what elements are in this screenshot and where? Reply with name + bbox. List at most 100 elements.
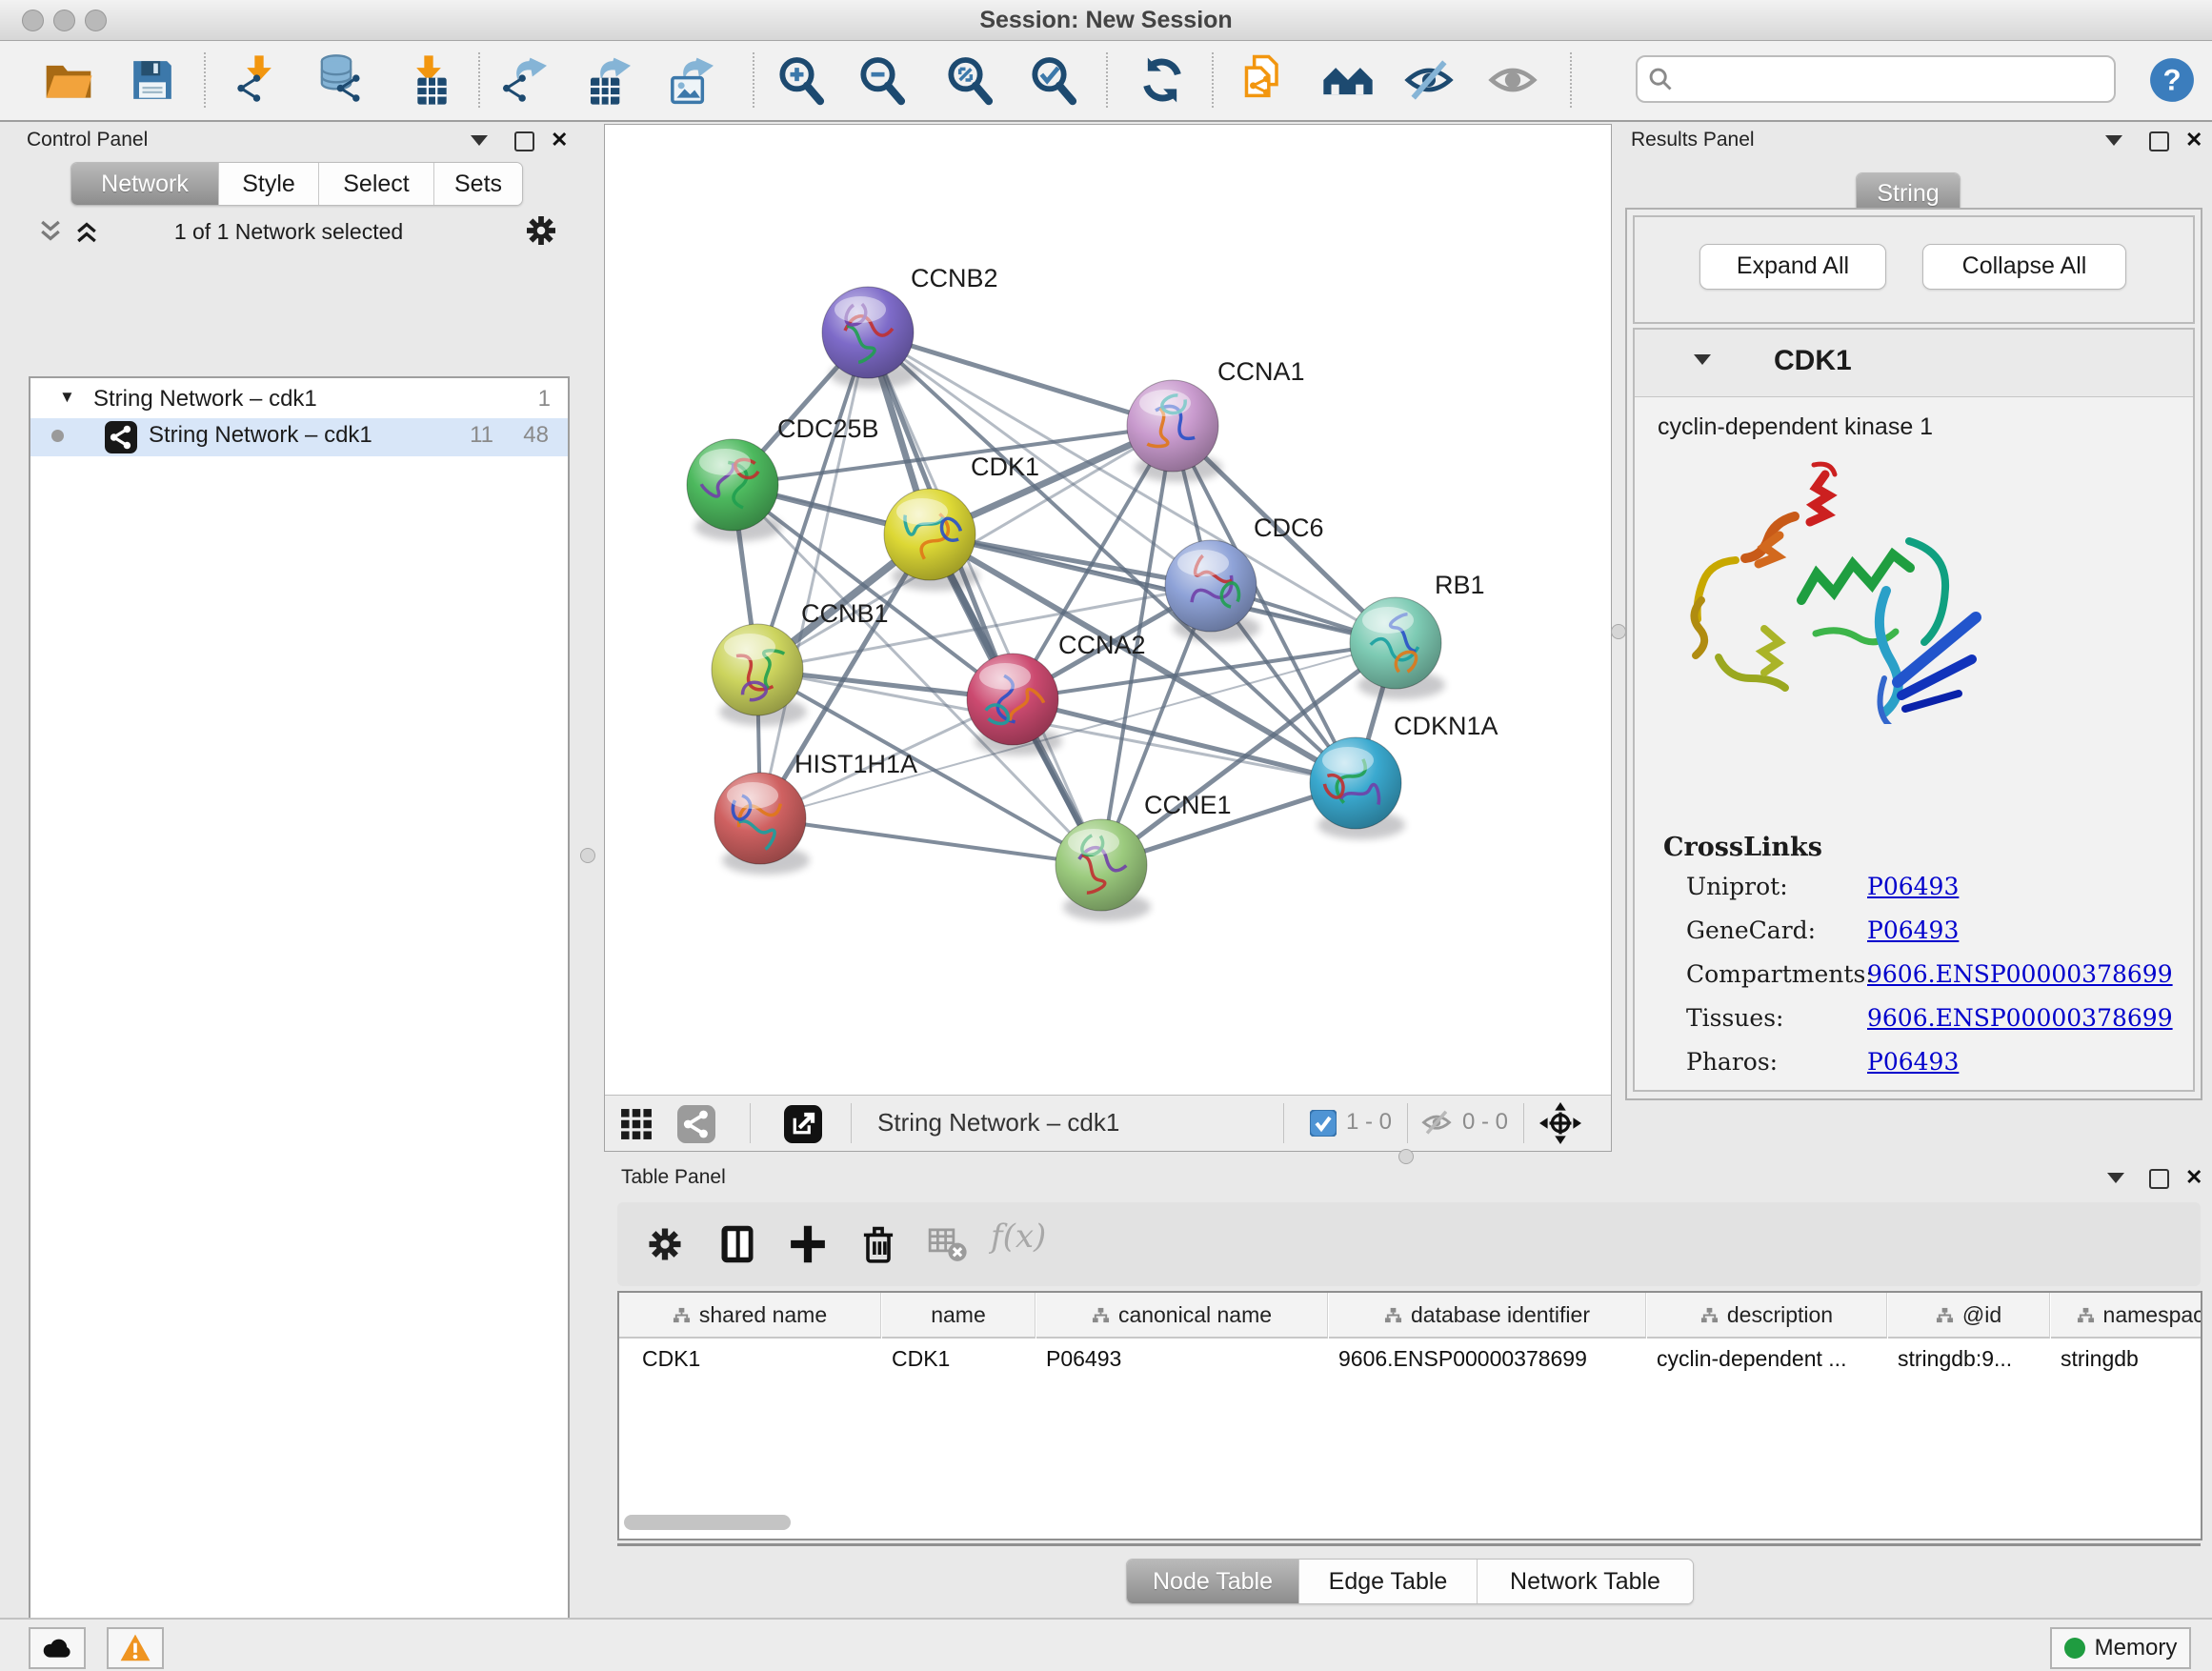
- results-panel-close-icon[interactable]: ✕: [2185, 130, 2202, 151]
- open-in-window-icon[interactable]: [784, 1105, 822, 1143]
- selected-checkbox-icon[interactable]: [1310, 1110, 1337, 1137]
- node-CCNA1[interactable]: [1127, 380, 1222, 482]
- crosslink-value-link[interactable]: P06493: [1867, 916, 1959, 944]
- column-header-canonical-name[interactable]: canonical name: [1036, 1293, 1328, 1339]
- left-splitter-handle[interactable]: [580, 848, 595, 863]
- zoom-selected-icon[interactable]: [1026, 53, 1079, 107]
- table-panel-close-icon[interactable]: ✕: [2185, 1167, 2202, 1188]
- export-image-icon[interactable]: [667, 53, 720, 107]
- network-tree: ▼ String Network – cdk1 1 String Network…: [29, 376, 570, 1671]
- column-header-name[interactable]: name: [882, 1293, 1036, 1339]
- table-cell[interactable]: stringdb: [2051, 1339, 2202, 1379]
- column-header--id[interactable]: @id: [1888, 1293, 2050, 1339]
- bottom-splitter-handle[interactable]: [1398, 1149, 1414, 1164]
- tab-network[interactable]: Network: [71, 163, 218, 205]
- show-columns-icon[interactable]: [716, 1223, 758, 1265]
- memory-button[interactable]: Memory: [2050, 1627, 2191, 1669]
- import-table-icon[interactable]: [402, 53, 455, 107]
- column-header-namespace[interactable]: namespace: [2051, 1293, 2202, 1339]
- results-panel-menu-icon[interactable]: [2105, 135, 2122, 146]
- table-cell[interactable]: stringdb:9...: [1888, 1339, 2049, 1379]
- import-network-database-icon[interactable]: [316, 53, 370, 107]
- zoom-fit-icon[interactable]: [942, 53, 995, 107]
- edge-HIST1H1A-CCNE1[interactable]: [760, 818, 1101, 865]
- graphics-details-icon[interactable]: [1321, 53, 1375, 107]
- column-header-shared-name[interactable]: shared name: [619, 1293, 881, 1339]
- tab-select[interactable]: Select: [318, 163, 433, 205]
- delete-table-icon: [926, 1223, 968, 1265]
- column-header-description[interactable]: description: [1647, 1293, 1887, 1339]
- node-CCNB2[interactable]: [822, 287, 917, 389]
- collection-expand-caret-icon[interactable]: ▼: [59, 388, 75, 407]
- control-panel-close-icon[interactable]: ✕: [551, 130, 568, 151]
- table-panel-title: Table Panel: [621, 1166, 726, 1189]
- node-HIST1H1A[interactable]: [714, 773, 810, 875]
- new-network-from-selection-icon[interactable]: [1237, 53, 1290, 107]
- birdseye-grid-icon[interactable]: [620, 1108, 653, 1140]
- zoom-out-icon[interactable]: [855, 53, 908, 107]
- export-table-icon[interactable]: [584, 53, 637, 107]
- node-RB1[interactable]: [1350, 597, 1445, 699]
- open-session-icon[interactable]: [42, 53, 95, 107]
- table-cell[interactable]: P06493: [1036, 1339, 1327, 1379]
- results-panel-float-icon[interactable]: [2149, 131, 2169, 151]
- node-CDKN1A[interactable]: [1310, 737, 1405, 839]
- view-network-title: String Network – cdk1: [877, 1108, 1119, 1137]
- crosslink-value-link[interactable]: 9606.ENSP00000378699: [1867, 1004, 2173, 1032]
- edge-CCNB2-RB1[interactable]: [868, 332, 1396, 643]
- network-load-dot-icon: [51, 430, 64, 442]
- table-settings-gear-icon[interactable]: [644, 1223, 686, 1265]
- node-CCNA2[interactable]: [967, 654, 1062, 755]
- control-panel-float-icon[interactable]: [514, 131, 534, 151]
- node-CDC25B[interactable]: [687, 439, 782, 541]
- table-cell[interactable]: CDK1: [619, 1339, 880, 1379]
- memory-label: Memory: [2095, 1635, 2178, 1661]
- refresh-view-icon[interactable]: [1136, 53, 1189, 107]
- edge-CCNB2-CCNE1[interactable]: [868, 332, 1101, 865]
- delete-column-icon[interactable]: [857, 1223, 899, 1265]
- zoom-in-icon[interactable]: [774, 53, 827, 107]
- expand-all-button[interactable]: Expand All: [1699, 244, 1886, 290]
- show-hidden-icon[interactable]: [1486, 53, 1539, 107]
- fit-content-crosshair-icon[interactable]: [1538, 1101, 1582, 1145]
- create-column-icon[interactable]: [787, 1223, 829, 1265]
- node-table: shared nameCDK1nameCDK1canonical nameP06…: [617, 1291, 2202, 1540]
- tab-node-table[interactable]: Node Table: [1127, 1560, 1298, 1603]
- gene-collapse-caret-icon[interactable]: [1694, 354, 1711, 365]
- tab-sets[interactable]: Sets: [433, 163, 522, 205]
- network-canvas[interactable]: CCNB2 CCNA1 CDC25B CDK1 CDC6 RB1 CCNB1 C…: [605, 125, 1609, 1094]
- network-options-gear-icon[interactable]: [522, 211, 560, 250]
- crosslink-value-link[interactable]: 9606.ENSP00000378699: [1867, 960, 2173, 988]
- table-cell[interactable]: 9606.ENSP00000378699: [1329, 1339, 1645, 1379]
- save-session-icon[interactable]: [126, 53, 179, 107]
- warnings-button[interactable]: [107, 1627, 164, 1669]
- right-splitter-handle[interactable]: [1611, 624, 1626, 639]
- column-header-database-identifier[interactable]: database identifier: [1329, 1293, 1646, 1339]
- crosslink-value-link[interactable]: P06493: [1867, 873, 1959, 900]
- network-row[interactable]: String Network – cdk1 11 48: [30, 418, 568, 456]
- cloud-button[interactable]: [29, 1627, 86, 1669]
- hide-selected-icon[interactable]: [1402, 53, 1456, 107]
- tab-edge-table[interactable]: Edge Table: [1298, 1560, 1477, 1603]
- node-CCNE1[interactable]: [1056, 819, 1151, 921]
- search-input[interactable]: [1681, 59, 2104, 97]
- table-cell[interactable]: cyclin-dependent ...: [1647, 1339, 1886, 1379]
- collapse-all-button[interactable]: Collapse All: [1922, 244, 2126, 290]
- gene-header-row[interactable]: CDK1: [1635, 330, 2193, 397]
- crosslink-label: Compartments:: [1686, 960, 1874, 988]
- network-collection-row[interactable]: ▼ String Network – cdk1 1: [30, 384, 568, 418]
- help-button[interactable]: ?: [2148, 56, 2196, 104]
- table-cell[interactable]: CDK1: [882, 1339, 1035, 1379]
- crosslink-value-link[interactable]: P06493: [1867, 1048, 1959, 1076]
- export-network-icon[interactable]: [500, 53, 553, 107]
- search-field[interactable]: [1636, 55, 2116, 103]
- control-panel-menu-icon[interactable]: [471, 135, 488, 146]
- table-horizontal-scrollbar[interactable]: [624, 1515, 791, 1530]
- share-badge-icon[interactable]: [677, 1105, 715, 1143]
- table-panel-menu-icon[interactable]: [2107, 1173, 2124, 1183]
- tab-style[interactable]: Style: [218, 163, 318, 205]
- tab-network-table[interactable]: Network Table: [1477, 1560, 1693, 1603]
- table-panel-float-icon[interactable]: [2149, 1169, 2169, 1189]
- import-network-file-icon[interactable]: [232, 53, 286, 107]
- node-CDK1[interactable]: [884, 489, 979, 591]
